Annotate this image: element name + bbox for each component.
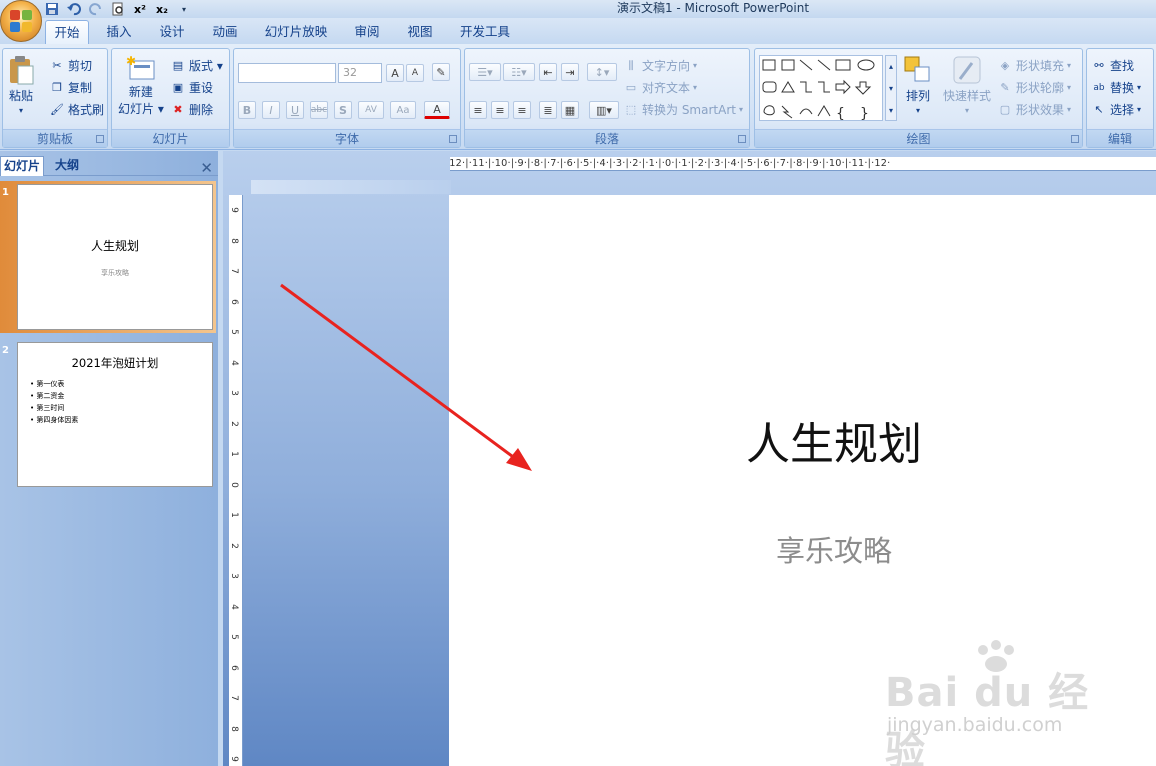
office-button[interactable]: [0, 0, 42, 42]
office-logo-icon: [10, 10, 32, 32]
watermark-logo: Bai du 经验: [885, 670, 1090, 766]
watermark-url: jingyan.baidu.com: [887, 714, 1063, 736]
baidu-watermark: Bai du 经验 jingyan.baidu.com: [885, 640, 1105, 766]
paw-icon: [978, 640, 1014, 672]
